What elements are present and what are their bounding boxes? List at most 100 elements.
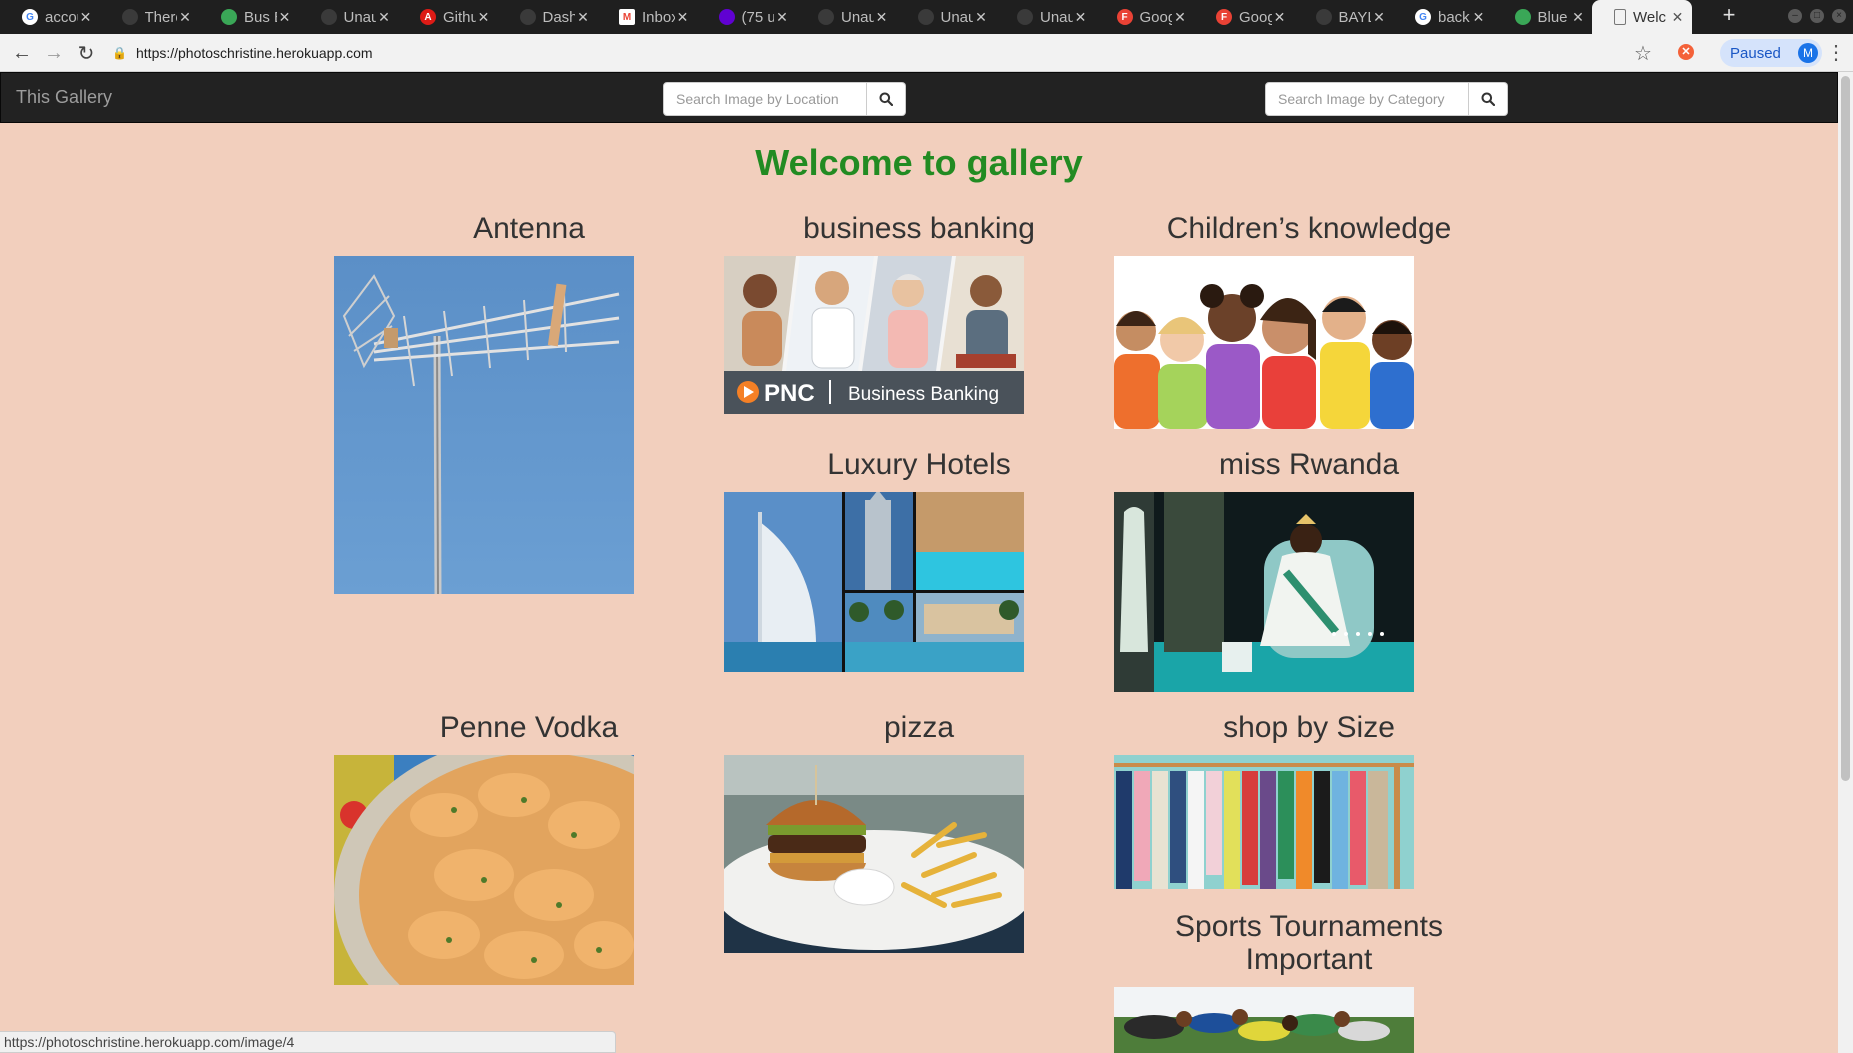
location-search-input[interactable] [663,82,867,116]
gallery-card-childrens-knowledge: Children’s knowledge [1114,212,1504,429]
sprinters-photo[interactable] [1114,987,1414,1053]
business-banking-caption: Business Banking [848,384,999,405]
antenna-photo[interactable] [334,256,634,594]
blank-icon [320,9,337,25]
gallery-card-pizza: pizza [724,711,1114,953]
gmail-icon: M [619,9,635,25]
tab-title: There [144,8,178,26]
category-search-button[interactable] [1469,82,1508,116]
new-tab-button[interactable]: + [1716,2,1742,28]
back-icon[interactable]: ← [8,39,36,67]
business-banking-photo[interactable]: PNC Business Banking [724,256,1024,414]
tab-close-icon[interactable]: ✕ [774,9,790,26]
browser-tab[interactable]: BAYL✕ [1294,0,1394,34]
angular-icon: A [420,9,436,25]
blank-icon [917,9,934,25]
category-search-input[interactable] [1265,82,1469,116]
tab-close-icon[interactable]: ✕ [1073,9,1089,26]
profile-button[interactable]: Paused M [1720,39,1822,67]
page-viewport: This Gallery Welcome to gallery Antenna [0,72,1853,1053]
gallery-card-business-banking: business banking PNC Business Banking [724,212,1114,414]
tab-close-icon[interactable]: ✕ [1172,9,1188,26]
gallery-card-sports-tournaments: Sports Tournaments Important [1114,910,1504,1053]
browser-tab[interactable]: (75 u ✕ [697,0,797,34]
yahoo-mail-icon [718,9,735,25]
firebase-icon: F [1216,9,1232,25]
burger-photo[interactable] [724,755,1024,953]
address-bar[interactable]: 🔒 https://photoschristine.herokuapp.com [112,38,1582,68]
card-title: business banking [803,212,1035,245]
location-search-button[interactable] [867,82,906,116]
tab-close-icon[interactable]: ✕ [78,9,94,26]
clothes-rack-photo[interactable] [1114,755,1414,889]
bluehost-icon [1514,9,1531,25]
page-title: Welcome to gallery [755,142,1083,183]
tab-close-icon[interactable]: ✕ [1471,9,1487,26]
scrollbar-thumb[interactable] [1841,76,1850,781]
browser-tab[interactable]: F Goog✕ [1095,0,1195,34]
forward-icon[interactable]: → [40,39,68,67]
miss-rwanda-photo[interactable] [1114,492,1414,692]
bus-icon [221,9,237,25]
document-icon [121,9,138,25]
page-scrollbar[interactable] [1838,72,1853,1053]
card-title: shop by Size [1223,711,1395,744]
tab-close-icon[interactable]: ✕ [874,9,890,26]
tab-close-icon[interactable]: ✕ [376,9,392,26]
browser-tab[interactable]: F Goog✕ [1194,0,1294,34]
browser-tab[interactable]: There✕ [100,0,200,34]
reload-icon[interactable]: ↻ [72,39,100,67]
tab-title: Goog [1239,8,1272,26]
browser-tab[interactable]: Unau ✕ [796,0,896,34]
children-photo[interactable] [1114,256,1414,429]
card-title: pizza [883,711,955,744]
close-window-icon[interactable]: × [1832,9,1846,23]
card-title: Luxury Hotels [827,448,1011,481]
category-search-form [1265,82,1508,116]
tab-title: Goog [1139,8,1173,26]
tab-close-icon[interactable]: ✕ [1570,9,1586,26]
tab-close-icon[interactable]: ✕ [476,9,492,26]
maximize-icon[interactable]: □ [1810,9,1824,23]
gallery-card-penne-vodka: Penne Vodka [334,711,724,985]
browser-tab[interactable]: Unau ✕ [299,0,399,34]
luxury-hotels-photo[interactable] [724,492,1024,672]
browser-tab[interactable]: Dash ✕ [498,0,598,34]
tab-close-icon[interactable]: ✕ [277,9,293,26]
site-brand-link[interactable]: This Gallery [16,87,112,108]
profile-status: Paused [1730,44,1781,62]
tab-title: Welc [1633,8,1667,26]
tab-title: Dash [542,8,576,26]
browser-tab[interactable]: Gaccou✕ [0,0,100,34]
browser-tab[interactable]: Blue ✕ [1493,0,1593,34]
browser-tab[interactable]: Gback ✕ [1393,0,1493,34]
browser-menu-icon[interactable]: ⋮ [1826,40,1846,65]
card-title: Penne Vodka [439,711,619,744]
tab-close-icon[interactable]: ✕ [177,9,193,26]
tab-title: BAYL [1338,8,1372,26]
browser-tab[interactable]: Unau ✕ [896,0,996,34]
document-icon [1315,9,1332,25]
tab-close-icon[interactable]: ✕ [1670,9,1686,26]
tab-close-icon[interactable]: ✕ [575,9,591,26]
blank-icon [1017,9,1033,25]
browser-tab[interactable]: A Githu ✕ [398,0,498,34]
bookmark-star-icon[interactable]: ☆ [1634,41,1652,66]
penne-vodka-photo[interactable] [334,755,634,985]
gallery-card-antenna: Antenna [334,212,724,594]
browser-tab[interactable]: M Inbox✕ [597,0,697,34]
blank-icon [818,9,834,25]
blank-icon [519,9,536,25]
browser-tab[interactable]: Bus E✕ [199,0,299,34]
tab-close-icon[interactable]: ✕ [1272,9,1288,26]
extension-icon[interactable]: ✕ [1678,44,1694,60]
browser-tab[interactable]: Welc ✕ [1592,0,1692,34]
tab-close-icon[interactable]: ✕ [1371,9,1387,26]
minimize-icon[interactable]: – [1788,9,1802,23]
lock-icon: 🔒 [112,46,127,60]
tab-close-icon[interactable]: ✕ [675,9,691,26]
tab-title: Blue [1537,8,1568,26]
tab-close-icon[interactable]: ✕ [973,9,989,26]
browser-tab[interactable]: Unau ✕ [995,0,1095,34]
tab-title: (75 u [741,8,775,26]
